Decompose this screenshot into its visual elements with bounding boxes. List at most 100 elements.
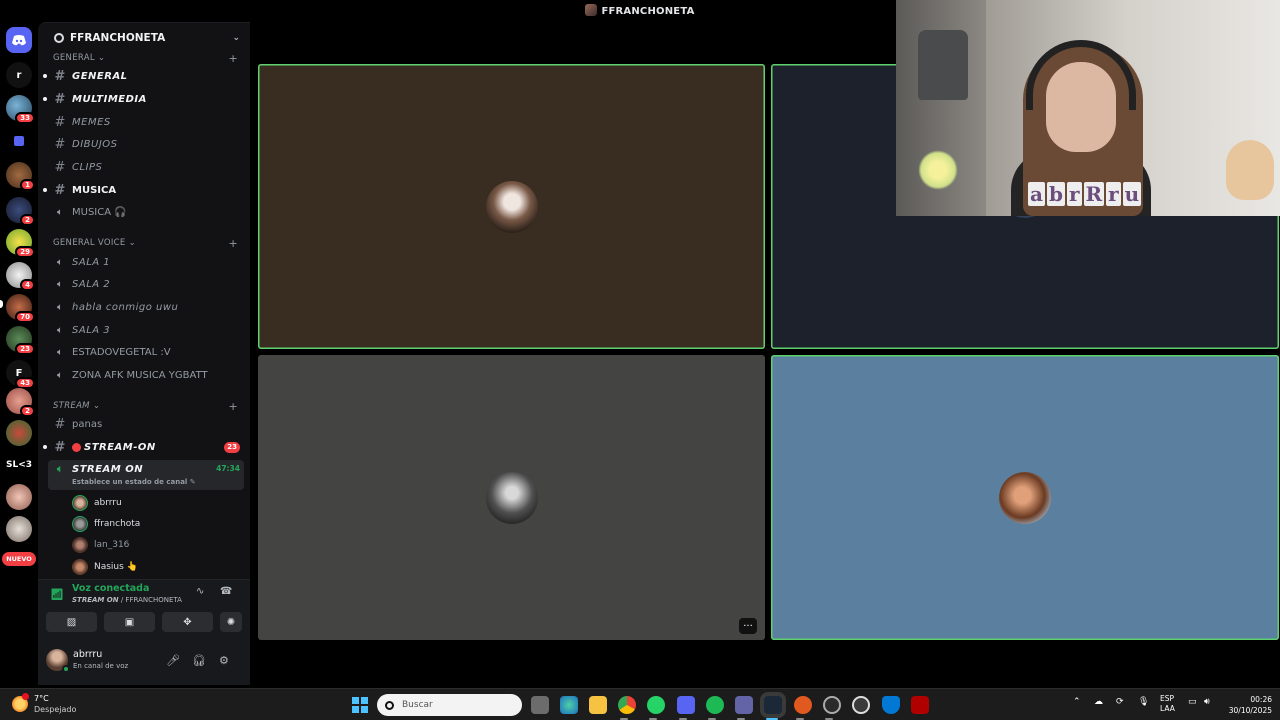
voice-channel-sala-2[interactable]: 🔈︎ SALA 2 (48, 274, 244, 294)
category-general[interactable]: GENERAL ⌄ + (53, 51, 238, 65)
channel-general[interactable]: # GENERAL (43, 66, 244, 86)
teams-icon[interactable] (735, 696, 753, 714)
file-explorer-icon[interactable] (589, 696, 607, 714)
defender-icon[interactable] (882, 696, 900, 714)
obs-icon[interactable] (823, 696, 841, 714)
voice-status[interactable]: Voz conectada (72, 583, 149, 594)
game-launcher-icon[interactable] (794, 696, 812, 714)
camera-off-button[interactable]: ▨ (46, 612, 97, 632)
channel-dibujos[interactable]: # DIBUJOS (48, 134, 244, 154)
server-j-icon[interactable] (6, 484, 32, 510)
sl3-server-icon[interactable]: SL<3 (2, 452, 36, 478)
start-button[interactable] (352, 697, 368, 713)
voice-channel-habla-conmigo[interactable]: 🔈︎ habla conmigo uwu (48, 297, 244, 317)
onedrive-icon[interactable]: ☁︎ (1094, 697, 1103, 707)
screen-share-button[interactable]: ▣ (104, 612, 155, 632)
server-i-icon[interactable] (6, 420, 32, 446)
network-icon[interactable]: ▭ (1188, 697, 1197, 707)
voice-channel-estadovegetal[interactable]: 🔈︎ ESTADOVEGETAL :V (48, 342, 244, 362)
tile-user-4[interactable] (771, 355, 1279, 640)
rockstar-icon[interactable] (852, 696, 870, 714)
task-view-icon[interactable] (531, 696, 549, 714)
headphones-icon[interactable]: 🎧︎ (192, 654, 206, 667)
discord-home-icon[interactable] (6, 27, 32, 53)
voice-channel-musica[interactable]: 🔈︎ MUSICA 🎧 (48, 202, 244, 222)
speaker-icon: 🔈︎ (57, 346, 63, 358)
add-channel-icon[interactable]: + (228, 52, 238, 65)
username[interactable]: abrrru (73, 649, 102, 660)
server-a-icon[interactable]: 33 (6, 95, 35, 124)
language-indicator[interactable]: ESP LAA (1160, 694, 1175, 714)
more-options-button[interactable]: ··· (739, 618, 757, 634)
server-e-icon[interactable]: 4 (6, 262, 35, 291)
channel-memes[interactable]: # MEMES (48, 112, 244, 132)
app-icon[interactable] (911, 696, 929, 714)
category-stream[interactable]: STREAM ⌄ + (53, 399, 238, 413)
avatar (485, 471, 538, 524)
server-folder-icon[interactable] (6, 128, 32, 154)
voice-connection-panel: 📶︎ Voz conectada STREAM ON / FFRANCHONET… (38, 579, 250, 637)
channel-multimedia[interactable]: # MULTIMEDIA (43, 89, 244, 109)
microphone-icon[interactable]: 🎤︎ (166, 654, 180, 667)
disconnect-icon[interactable]: ☎︎ (220, 586, 232, 597)
server-k-icon[interactable] (6, 516, 32, 542)
activities-button[interactable]: ✥ (162, 612, 213, 632)
soundboard-button[interactable]: ✺ (220, 612, 242, 632)
voice-channel-sala-1[interactable]: 🔈︎ SALA 1 (48, 252, 244, 272)
sync-icon[interactable]: ⟳ (1116, 697, 1124, 707)
server-c-icon[interactable]: 2 (6, 197, 35, 226)
chevron-up-icon[interactable]: ⌃ (1073, 697, 1081, 707)
r-server-icon[interactable]: r (6, 62, 32, 88)
add-channel-icon[interactable]: + (228, 400, 238, 413)
channel-musica[interactable]: # MUSICA (43, 180, 244, 200)
sl3-server-label: SL<3 (5, 460, 33, 470)
channel-clips[interactable]: # CLIPS (48, 157, 244, 177)
volume-icon[interactable]: 🔊︎ (1204, 697, 1210, 707)
chevron-down-icon[interactable]: ⌄ (232, 33, 240, 43)
voice-user-lan316[interactable]: lan_316 (72, 535, 129, 555)
server-boost-icon (54, 33, 64, 43)
weather-description[interactable]: Despejado (34, 705, 76, 714)
voice-channel-zona-afk[interactable]: 🔈︎ ZONA AFK MUSICA YGBATT (48, 365, 244, 385)
server-g-icon[interactable]: 23 (6, 326, 35, 355)
server-header[interactable]: FFRANCHONETA ⌄ (38, 23, 250, 53)
spotify-icon[interactable] (706, 696, 724, 714)
chevron-down-icon: ⌄ (128, 238, 137, 248)
voice-user-nasius[interactable]: Nasius 👆 (72, 557, 138, 577)
language-code: ESP (1160, 694, 1175, 703)
voice-channel-stream-on[interactable]: 🔈︎ STREAM ON 47:34 Establece un estado d… (48, 460, 244, 490)
unread-dot (43, 188, 47, 192)
online-status-icon (62, 665, 70, 673)
channel-label: DIBUJOS (72, 138, 118, 150)
category-general-voice[interactable]: GENERAL VOICE ⌄ + (53, 236, 238, 250)
tile-user-3[interactable]: ··· (258, 355, 765, 640)
connection-signal-icon[interactable]: 📶︎ (50, 588, 64, 601)
chrome-icon[interactable] (618, 696, 636, 714)
voice-user-ffranchota[interactable]: ffranchota (72, 514, 140, 534)
server-b-icon[interactable]: 1 (6, 162, 35, 191)
voice-user-abrrru[interactable]: abrrru (72, 493, 122, 513)
server-d-icon[interactable]: 29 (6, 229, 35, 258)
clock[interactable]: 00:26 30/10/2025 (1222, 694, 1272, 716)
microphone-icon[interactable]: 🎙︎ (1138, 697, 1149, 707)
channel-panas[interactable]: # panas (48, 414, 244, 434)
gear-icon[interactable]: ⚙︎ (219, 654, 229, 667)
add-channel-icon[interactable]: + (228, 237, 238, 250)
set-channel-status[interactable]: Establece un estado de canal ✎ (72, 478, 196, 486)
steam-icon[interactable] (764, 696, 782, 714)
whatsapp-icon[interactable] (647, 696, 665, 714)
noise-suppression-icon[interactable]: ∿ (196, 586, 204, 597)
server-f-icon[interactable]: 70 (6, 294, 35, 323)
search-box[interactable]: Buscar (377, 694, 522, 716)
webcam-overlay: a b r R r u (896, 0, 1280, 216)
avatar[interactable] (46, 649, 70, 673)
edge-icon[interactable] (560, 696, 578, 714)
weather-temperature[interactable]: 7°C (34, 694, 49, 703)
tile-user-1[interactable] (258, 64, 765, 349)
server-h-icon[interactable]: 2 (6, 388, 35, 417)
f-server-icon[interactable]: F 43 (6, 360, 35, 389)
discord-icon[interactable] (677, 696, 695, 714)
category-label: GENERAL VOICE (53, 238, 126, 248)
voice-channel-sala-3[interactable]: 🔈︎ SALA 3 (48, 320, 244, 340)
channel-stream-on[interactable]: # STREAM-ON 23 (43, 437, 244, 457)
